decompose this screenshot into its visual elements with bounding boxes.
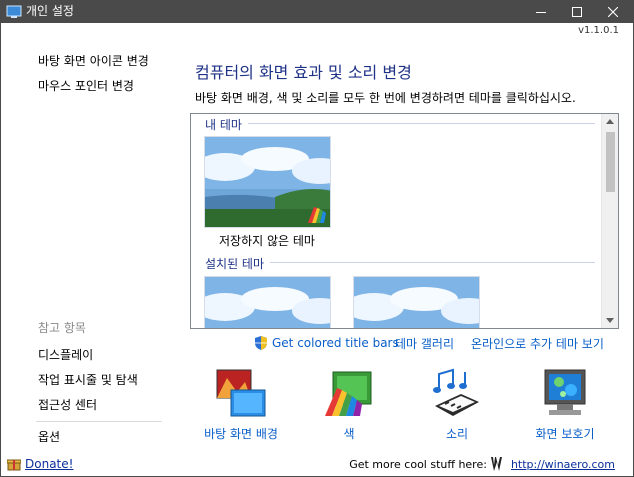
- maximize-icon: [572, 6, 582, 17]
- donate-gift-icon: [7, 459, 21, 471]
- page-description: 바탕 화면 배경, 색 및 소리를 모두 한 번에 변경하려면 테마를 클릭하십…: [195, 91, 576, 105]
- version-label: v1.1.0.1: [578, 25, 619, 36]
- sky-wallpaper-image: [205, 277, 330, 328]
- page-heading: 컴퓨터의 화면 효과 및 소리 변경: [195, 63, 412, 82]
- unsaved-theme-thumbnail[interactable]: [204, 136, 331, 228]
- winaero-footer: Get more cool stuff here: http://winaero…: [349, 457, 615, 471]
- theme-list[interactable]: 내 테마 저장하지 않은 테마 설치된 테마: [190, 113, 619, 329]
- color-label: 색: [343, 427, 355, 441]
- unsaved-theme-label: 저장하지 않은 테마: [219, 234, 315, 248]
- sounds-label: 소리: [445, 427, 469, 441]
- personalization-window: v1.1.0.1 바탕 화면 아이콘 변경 마우스 포인터 변경 참고 항목 디…: [0, 23, 634, 477]
- window-color-icon: [325, 371, 372, 416]
- sidebar-divider: [36, 421, 162, 422]
- installed-themes-group-label: 설치된 테마: [205, 255, 271, 272]
- theme-list-scrollbar[interactable]: [601, 114, 618, 328]
- installed-theme-thumbnail[interactable]: [353, 276, 480, 328]
- uac-shield-icon: [255, 336, 267, 350]
- more-themes-online-link[interactable]: 온라인으로 추가 테마 보기: [471, 334, 604, 352]
- color-palette-icon: [308, 207, 326, 223]
- window-title: 개인 설정: [26, 4, 74, 18]
- desktop-background-icon: [216, 369, 266, 417]
- close-button[interactable]: [590, 0, 634, 23]
- screen-saver-icon: [544, 369, 586, 415]
- scroll-down-arrow-icon[interactable]: [606, 318, 614, 323]
- scrollbar-thumb[interactable]: [606, 132, 615, 192]
- ease-of-access-link[interactable]: 접근성 센터: [38, 396, 97, 413]
- installed-theme-thumbnail[interactable]: [204, 276, 331, 328]
- minimize-icon: [536, 11, 546, 13]
- winaero-url-link[interactable]: http://winaero.com: [511, 458, 615, 471]
- sounds-music-notes-icon: [433, 368, 479, 416]
- my-themes-divider: [205, 123, 595, 124]
- close-icon: [608, 6, 618, 17]
- my-themes-group-label: 내 테마: [205, 116, 248, 133]
- donate-area: Donate!: [7, 457, 73, 471]
- sky-wallpaper-image: [354, 277, 479, 328]
- winaero-logo-icon: [490, 457, 502, 471]
- options-link[interactable]: 옵션: [38, 428, 60, 445]
- theme-links-row: Get colored title bars: [253, 334, 399, 352]
- personalization-app-icon: [6, 5, 22, 18]
- scroll-up-arrow-icon[interactable]: [606, 119, 614, 124]
- more-stuff-label: Get more cool stuff here:: [349, 457, 487, 471]
- title-bar: 개인 설정: [0, 0, 634, 23]
- taskbar-navigation-link[interactable]: 작업 표시줄 및 탐색: [38, 371, 138, 388]
- desktop-background-label: 바탕 화면 배경: [204, 427, 278, 441]
- theme-gallery-link[interactable]: 테마 갤러리: [395, 334, 454, 352]
- change-desktop-icons-link[interactable]: 바탕 화면 아이콘 변경: [38, 52, 149, 69]
- colored-title-bars-link[interactable]: Get colored title bars: [272, 336, 399, 350]
- see-also-title: 참고 항목: [38, 321, 86, 335]
- screen-saver-label: 화면 보호기: [535, 427, 595, 441]
- display-link[interactable]: 디스플레이: [38, 346, 93, 363]
- change-mouse-pointers-link[interactable]: 마우스 포인터 변경: [38, 77, 134, 94]
- donate-link[interactable]: Donate!: [25, 457, 73, 471]
